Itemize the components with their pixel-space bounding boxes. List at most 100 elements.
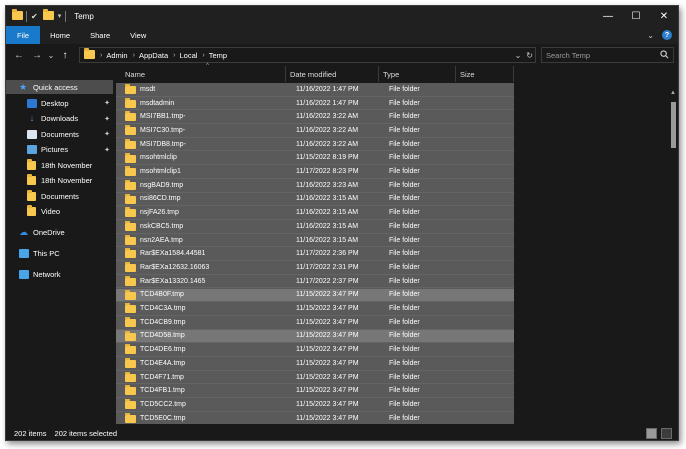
date-modified: 11/16/2022 3:23 AM — [296, 181, 359, 189]
ribbon-tabs: File Home Share View ⌄ ? — [6, 26, 678, 44]
table-row[interactable]: msohtmlclip 11/15/2022 8:19 PM File folder — [116, 151, 514, 166]
checkmark-icon[interactable]: ✔ — [31, 12, 38, 21]
tab-view[interactable]: View — [120, 26, 156, 44]
breadcrumb-temp[interactable]: Temp — [209, 51, 227, 60]
pin-icon: ✦ — [104, 146, 110, 154]
sidebar-item-quick-access[interactable]: ★ Quick access — [6, 80, 113, 94]
table-row[interactable]: MSI7BB1.tmp- 11/16/2022 3:22 AM File folde… — [116, 110, 514, 125]
column-header-date-modified[interactable]: Date modified — [286, 66, 379, 82]
table-row[interactable]: TCD4E4A.tmp 11/15/2022 3:47 PM File folder — [116, 357, 514, 371]
file-type: File folder — [389, 195, 420, 203]
folder-icon — [12, 9, 23, 21]
column-header-type[interactable]: Type — [379, 66, 456, 82]
date-modified: 11/16/2022 3:15 AM — [296, 209, 359, 217]
file-type: File folder — [389, 318, 420, 326]
column-header-name[interactable]: Name — [116, 66, 286, 82]
date-modified: 11/17/2022 2:37 PM — [296, 277, 359, 285]
breadcrumb-separator[interactable]: › — [100, 52, 102, 59]
sidebar-item-label: Quick access — [33, 82, 78, 92]
expand-ribbon-chevron-icon[interactable]: ⌄ — [647, 31, 654, 40]
table-row[interactable]: TCD5E0C.tmp 11/15/2022 3:47 PM File folder — [116, 411, 514, 424]
refresh-icon[interactable]: ↻ — [526, 51, 533, 60]
star-icon: ★ — [19, 81, 28, 92]
forward-button[interactable]: → — [28, 46, 46, 64]
table-row[interactable]: Rar$EXa13320.1465 11/17/2022 2:37 PM File … — [116, 274, 514, 289]
table-row[interactable]: Rar$EXa12632.16063 11/17/2022 2:31 PM File… — [116, 261, 514, 275]
table-row[interactable]: nsjFA26.tmp 11/16/2022 3:15 AM File folder — [116, 206, 514, 220]
view-toggle — [646, 428, 672, 439]
breadcrumb-admin[interactable]: Admin — [106, 51, 127, 60]
table-row[interactable]: Rar$EXa1584.44581 11/17/2022 2:36 PM File … — [116, 247, 514, 262]
sidebar-item-documents-folder[interactable]: Documents — [6, 189, 113, 203]
sidebar-item-documents[interactable]: Documents ✦ — [6, 127, 113, 141]
table-row[interactable]: TCD4B0F.tmp 11/15/2022 3:47 PM File folder — [116, 288, 514, 303]
new-folder-icon[interactable] — [42, 8, 54, 22]
folder-icon — [125, 248, 136, 259]
breadcrumb-local[interactable]: Local — [179, 51, 197, 60]
search-box[interactable]: Search Temp — [541, 47, 674, 63]
address-dropdown-icon[interactable]: ⌄ — [515, 51, 522, 60]
table-row[interactable]: nsn2AEA.tmp 11/16/2022 3:15 AM File folder — [116, 233, 514, 248]
table-row[interactable]: TCD4C3A.tmp 11/15/2022 3:47 PM File folder — [116, 302, 514, 316]
tab-share[interactable]: Share — [80, 26, 120, 44]
table-row[interactable]: TCD4DE6.tmp 11/15/2022 3:47 PM File folder — [116, 343, 514, 357]
back-button[interactable]: ← — [10, 46, 28, 64]
file-name: nskCBC5.tmp — [140, 222, 184, 230]
sidebar-item-label: 18th November — [41, 160, 93, 170]
sidebar-item-18th-november[interactable]: 18th November — [6, 158, 113, 172]
close-button[interactable]: ✕ — [650, 6, 678, 26]
sidebar-item-network[interactable]: Network — [6, 267, 113, 281]
breadcrumb-separator[interactable]: › — [133, 52, 135, 59]
file-name: TCD4E4A.tmp — [140, 359, 186, 367]
sidebar-item-18th-november-2[interactable]: 18th November — [6, 174, 113, 188]
table-row[interactable]: TCD4F71.tmp 11/15/2022 3:47 PM File folder — [116, 370, 514, 385]
file-type: File folder — [389, 168, 420, 176]
quick-access-toolbar-dropdown[interactable]: ▾ — [58, 12, 62, 20]
help-icon[interactable]: ? — [662, 30, 672, 40]
table-row[interactable]: nskCBC5.tmp 11/16/2022 3:15 AM File folder — [116, 220, 514, 234]
address-bar[interactable]: › Admin › AppData › Local › Temp ⌄ ↻ — [79, 47, 536, 63]
up-button[interactable]: ↑ — [56, 46, 74, 64]
date-modified: 11/17/2022 8:23 PM — [296, 168, 359, 176]
table-row[interactable]: msdtadmin 11/16/2022 1:47 PM File folder — [116, 96, 514, 111]
sidebar-item-this-pc[interactable]: This PC — [6, 246, 113, 260]
vertical-scrollbar[interactable]: ▲ — [669, 84, 677, 424]
table-row[interactable]: msdt 11/16/2022 1:47 PM File folder — [116, 83, 514, 97]
tab-home[interactable]: Home — [40, 26, 80, 44]
column-header-size[interactable]: Size — [456, 66, 514, 82]
file-rows: msdt 11/16/2022 1:47 PM File folder msdtadm… — [116, 83, 514, 424]
recent-locations-button[interactable]: ⌄ — [46, 46, 56, 64]
details-view-button[interactable] — [646, 428, 657, 439]
tab-file[interactable]: File — [6, 26, 41, 44]
breadcrumb-separator[interactable]: › — [173, 52, 175, 59]
sidebar-item-onedrive[interactable]: ☁ OneDrive — [6, 225, 113, 239]
table-row[interactable]: TCD5CC2.tmp 11/15/2022 3:47 PM File folder — [116, 398, 514, 412]
pc-icon — [19, 248, 29, 258]
sidebar-item-video[interactable]: Video — [6, 205, 113, 219]
table-row[interactable]: msohtmlclip1 11/17/2022 8:23 PM File folde… — [116, 165, 514, 179]
table-row[interactable]: nsgBAD9.tmp 11/16/2022 3:23 AM File folder — [116, 178, 514, 193]
breadcrumb-appdata[interactable]: AppData — [139, 51, 168, 60]
maximize-button[interactable]: ☐ — [622, 6, 650, 26]
sidebar-item-pictures[interactable]: Pictures ✦ — [6, 143, 113, 157]
breadcrumb-separator[interactable]: › — [202, 52, 204, 59]
file-name: MSI7DB8.tmp- — [140, 140, 186, 148]
pin-icon: ✦ — [104, 131, 110, 138]
large-icons-view-button[interactable] — [661, 428, 672, 439]
minimize-button[interactable]: — — [594, 6, 622, 26]
scrollbar-thumb[interactable] — [671, 102, 676, 148]
table-row[interactable]: TCD4D58.tmp 11/15/2022 3:47 PM File folder — [116, 329, 514, 344]
sidebar-item-desktop[interactable]: Desktop ✦ — [6, 96, 113, 110]
table-row[interactable]: MSI7DB8.tmp- 11/16/2022 3:22 AM File folde… — [116, 137, 514, 152]
table-row[interactable]: nsi86CD.tmp 11/16/2022 3:15 AM File folder — [116, 192, 514, 207]
scroll-up-icon[interactable]: ▲ — [670, 90, 676, 96]
file-name: TCD4B0F.tmp — [140, 291, 184, 299]
table-row[interactable]: TCD4CB9.tmp 11/15/2022 3:47 PM File folder — [116, 315, 514, 330]
date-modified: 11/15/2022 3:47 PM — [296, 291, 359, 299]
table-row[interactable]: TCD4FB1.tmp 11/15/2022 3:47 PM File folder — [116, 384, 514, 399]
sidebar-item-downloads[interactable]: ↓ Downloads ✦ — [6, 112, 113, 126]
desktop-icon — [27, 98, 37, 108]
file-type: File folder — [389, 85, 420, 93]
table-row[interactable]: MSI7C30.tmp- 11/16/2022 3:22 AM File folde… — [116, 124, 514, 138]
item-count: 202 items — [14, 429, 47, 438]
